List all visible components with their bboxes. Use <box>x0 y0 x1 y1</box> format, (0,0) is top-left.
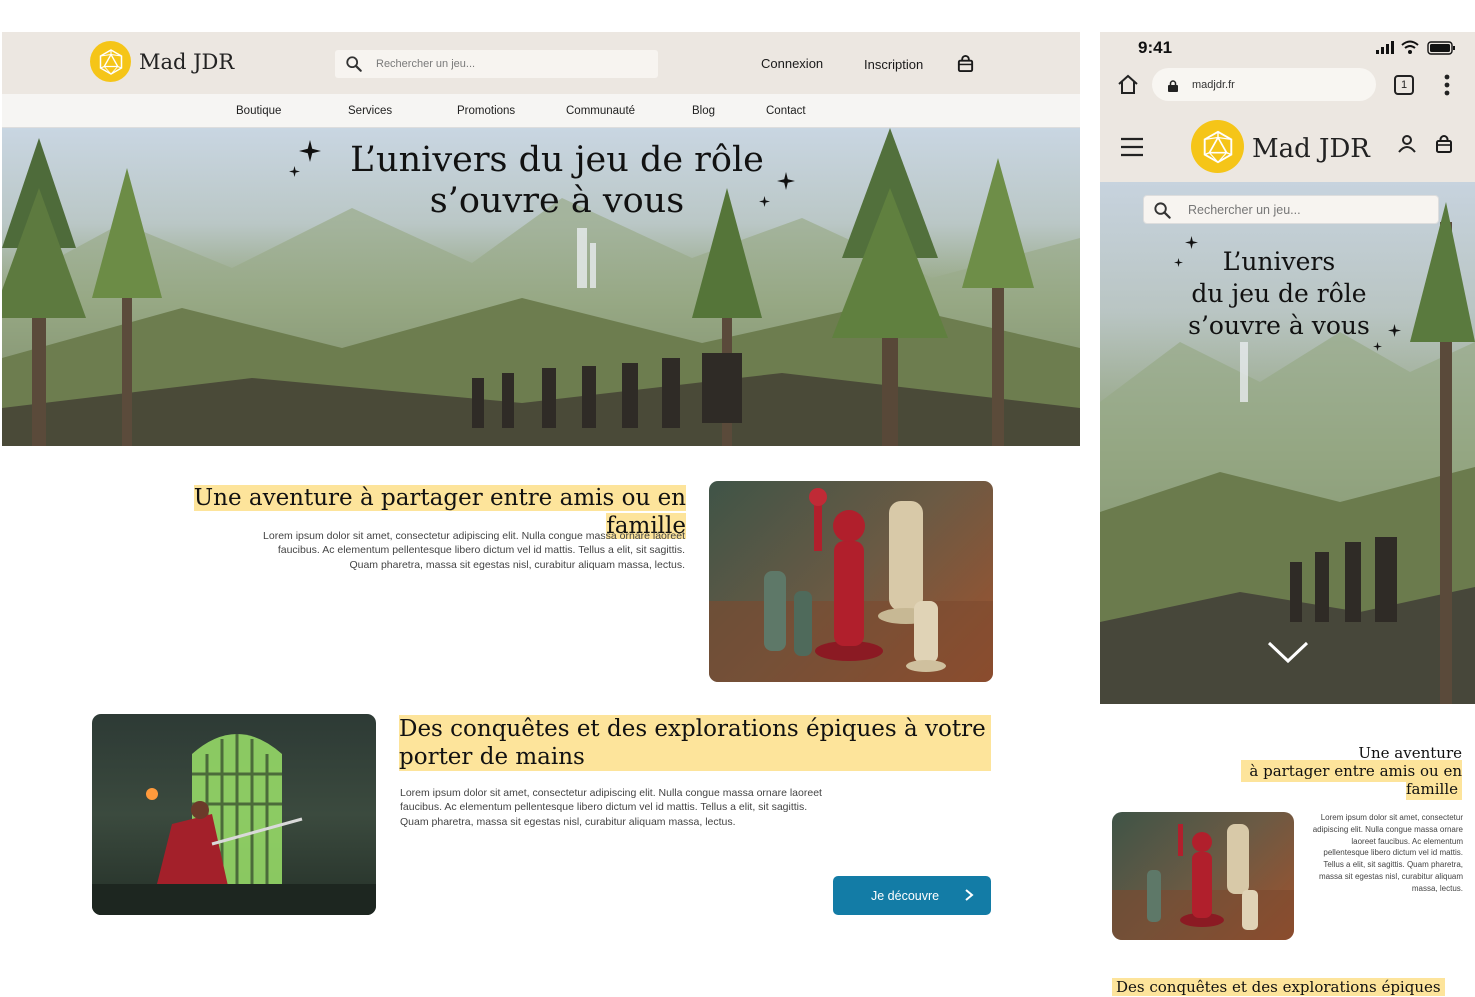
brand-name[interactable]: Mad JDR <box>1252 134 1370 164</box>
mobile-header: Mad JDR <box>1100 112 1475 182</box>
section2-title-line2: porter de mains <box>399 743 991 771</box>
section1-body: Lorem ipsum dolor sit amet, consectetur … <box>263 530 685 571</box>
search-icon <box>345 55 363 73</box>
section2-title-line1: Des conquêtes et des explorations épique… <box>399 715 991 743</box>
main-nav: Boutique Services Promotions Communauté … <box>2 94 1080 128</box>
brand-name[interactable]: Mad JDR <box>139 50 234 74</box>
url-text: madjdr.fr <box>1192 79 1235 91</box>
section1-body: Lorem ipsum dolor sit amet, consectetur … <box>1312 813 1463 893</box>
nav-item-promotions[interactable]: Promotions <box>457 105 515 117</box>
signal-icon <box>1376 41 1394 54</box>
shopping-bag-icon[interactable] <box>1434 134 1454 154</box>
signup-link[interactable]: Inscription <box>864 57 923 72</box>
hero-title: L’univers du jeu de rôle s’ouvre à vous <box>257 140 857 222</box>
nav-item-communaute[interactable]: Communauté <box>566 105 635 117</box>
section1-title: Une aventure à partager entre amis ou en… <box>1192 744 1462 800</box>
figurines-illustration <box>1112 824 1294 940</box>
section2-title: Des conquêtes et des explorations épique… <box>1112 978 1472 996</box>
d20-logo-icon[interactable] <box>1191 120 1244 173</box>
section2-body: Lorem ipsum dolor sit amet, consectetur … <box>400 787 822 828</box>
search-placeholder: Rechercher un jeu... <box>376 58 476 70</box>
figurines-illustration <box>709 488 993 682</box>
mobile-mockup: 9:41 madjdr.fr 1 Mad JDR Rechercher un j… <box>1100 32 1475 997</box>
wifi-icon <box>1401 40 1419 54</box>
user-icon[interactable] <box>1397 134 1417 154</box>
search-icon <box>1153 201 1172 220</box>
lock-icon <box>1168 80 1178 92</box>
knight-illustration <box>92 734 376 915</box>
header: Mad JDR Rechercher un jeu... Connexion I… <box>2 32 1080 94</box>
shopping-bag-icon[interactable] <box>956 54 975 73</box>
battery-icon <box>1427 41 1455 55</box>
search-input[interactable]: Rechercher un jeu... <box>335 50 658 78</box>
hero-title-line2: s’ouvre à vous <box>429 180 685 221</box>
hero-title-line3: s’ouvre à vous <box>1188 311 1370 340</box>
menu-icon[interactable] <box>1120 136 1144 158</box>
hero-title: L’univers du jeu de rôle s’ouvre à vous <box>1155 246 1403 342</box>
hero-banner: Rechercher un jeu... L’univers du jeu de… <box>1100 182 1475 704</box>
section2-title-text: Des conquêtes et des explorations épique… <box>1112 978 1445 996</box>
sparkle-icon <box>1373 342 1382 351</box>
tab-count: 1 <box>1400 79 1408 91</box>
desktop-mockup: Mad JDR Rechercher un jeu... Connexion I… <box>2 32 1080 997</box>
nav-item-blog[interactable]: Blog <box>692 105 715 117</box>
d20-logo-icon[interactable] <box>90 41 131 82</box>
status-bar: 9:41 <box>1100 32 1475 66</box>
nav-item-services[interactable]: Services <box>348 105 392 117</box>
hero-title-line1: L’univers <box>1222 247 1336 276</box>
figurines-photo <box>1112 812 1294 940</box>
login-link[interactable]: Connexion <box>761 56 823 71</box>
knight-photo <box>92 714 376 915</box>
hero-title-line2: du jeu de rôle <box>1191 279 1367 308</box>
hero-banner: L’univers du jeu de rôle s’ouvre à vous <box>2 128 1080 446</box>
nav-item-contact[interactable]: Contact <box>766 105 806 117</box>
discover-button[interactable]: Je découvre <box>833 876 991 915</box>
search-placeholder: Rechercher un jeu... <box>1188 203 1301 217</box>
status-icons <box>1376 40 1455 55</box>
chevron-down-icon[interactable] <box>1267 640 1309 664</box>
figurines-photo <box>709 481 993 682</box>
tabs-icon[interactable]: 1 <box>1394 75 1414 95</box>
search-input[interactable]: Rechercher un jeu... <box>1143 195 1439 224</box>
hero-title-line1: L’univers du jeu de rôle <box>350 140 764 180</box>
browser-url-bar: madjdr.fr 1 <box>1100 66 1475 112</box>
discover-button-label: Je découvre <box>871 889 940 903</box>
nav-item-boutique[interactable]: Boutique <box>236 105 281 117</box>
home-icon[interactable] <box>1116 73 1140 97</box>
url-field[interactable]: madjdr.fr <box>1152 68 1376 101</box>
section1-title-line2: à partager entre amis ou en famille <box>1241 760 1462 800</box>
status-time: 9:41 <box>1138 38 1173 57</box>
section2-title: Des conquêtes et des explorations épique… <box>399 715 991 771</box>
more-vertical-icon[interactable] <box>1443 73 1451 97</box>
chevron-right-icon <box>965 889 974 901</box>
